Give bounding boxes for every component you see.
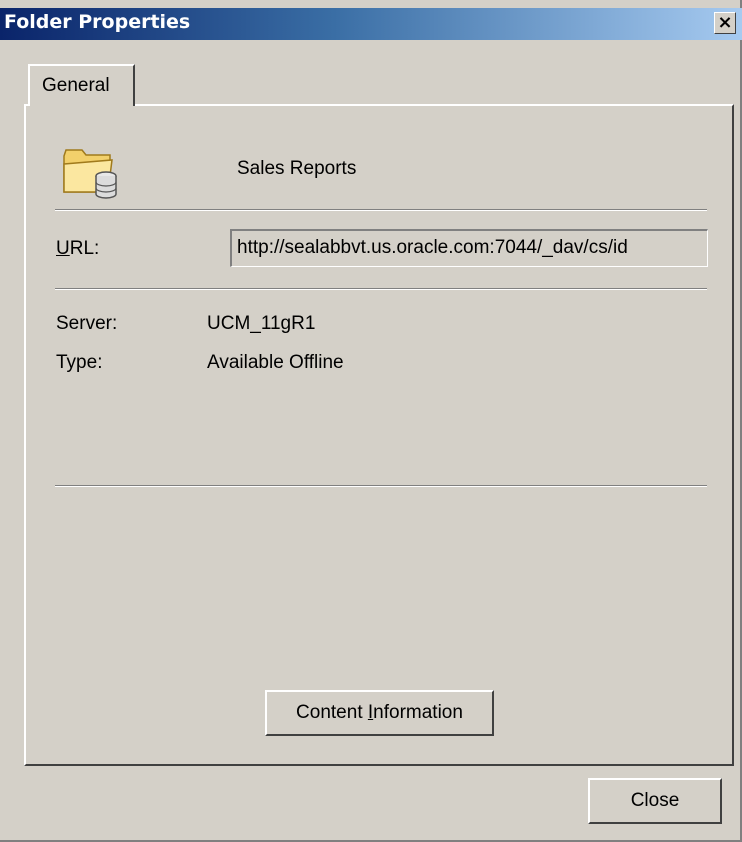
url-label-rest: RL: [69,238,100,259]
title-bar[interactable]: Folder Properties × [0,8,742,40]
url-field[interactable]: http://sealabbvt.us.oracle.com:7044/_dav… [230,229,708,267]
tab-general-label: General [42,75,110,96]
content-information-button[interactable]: Content Information [265,690,494,736]
separator [55,288,707,290]
server-label: Server: [56,313,118,334]
folder-properties-dialog: Folder Properties × General Sales Report… [0,0,742,842]
content-information-post: nformation [373,702,463,723]
close-button[interactable]: Close [588,778,722,824]
separator [55,485,707,487]
type-label: Type: [56,352,103,373]
url-label-mnemonic: U [56,238,70,259]
url-label: URL: [56,238,99,260]
window-title: Folder Properties [4,11,191,33]
folder-database-icon [63,149,117,199]
content-information-pre: Content [296,702,368,723]
general-tab-panel [24,104,734,766]
type-value: Available Offline [207,352,344,373]
close-icon[interactable]: × [714,12,736,34]
tab-general[interactable]: General [28,64,135,106]
folder-name: Sales Reports [237,158,357,179]
server-value: UCM_11gR1 [207,313,316,334]
separator [55,209,707,211]
